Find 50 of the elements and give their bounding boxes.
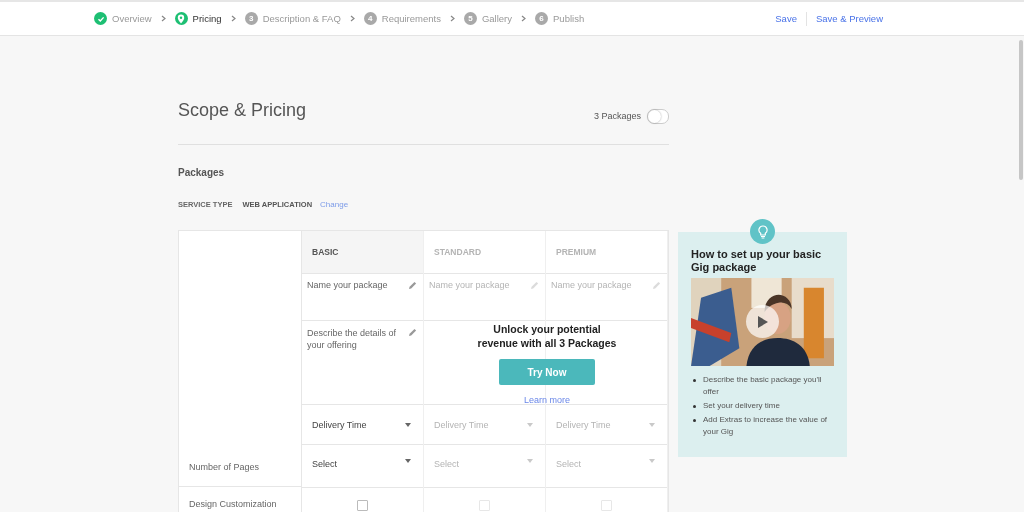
step-link[interactable]: Overview bbox=[94, 12, 152, 25]
pencil-icon bbox=[408, 281, 417, 290]
caret-icon bbox=[527, 422, 533, 427]
description-field[interactable]: Describe the details of your offering bbox=[302, 321, 423, 405]
location-pin-icon bbox=[177, 13, 186, 24]
caret-icon bbox=[405, 422, 411, 427]
package-header: BASIC bbox=[312, 247, 339, 257]
chevron-icon bbox=[230, 15, 236, 22]
try-now-button[interactable]: Try Now bbox=[499, 359, 595, 386]
change-link[interactable]: Change bbox=[320, 200, 349, 209]
lightbulb-icon bbox=[750, 219, 775, 244]
package-header: STANDARD bbox=[434, 247, 482, 257]
name-field[interactable]: Name your package bbox=[302, 274, 423, 321]
pencil-icon bbox=[652, 281, 661, 290]
step-link[interactable]: 4 Requirements bbox=[363, 12, 441, 25]
chevron-icon bbox=[160, 15, 166, 22]
tip-text: Describe the basic package you'll offer bbox=[703, 374, 823, 399]
chevron-icon bbox=[449, 15, 455, 22]
row-label: Design Customization bbox=[189, 499, 277, 509]
step-link[interactable]: Pricing bbox=[174, 12, 222, 25]
toggle-label: 3 Packages bbox=[593, 111, 641, 121]
row-label: Number of Pages bbox=[189, 462, 260, 472]
caret-icon bbox=[649, 422, 655, 427]
tip-title: How to set up your basic Gig package bbox=[691, 248, 823, 274]
packages-toggle[interactable] bbox=[647, 108, 669, 124]
step-link[interactable]: 3 Description & FAQ bbox=[244, 12, 341, 25]
save-link[interactable]: Save & Preview bbox=[815, 13, 883, 24]
save-link[interactable]: Save bbox=[775, 13, 797, 24]
pages-dropdown[interactable]: Select bbox=[302, 445, 423, 488]
pencil-icon bbox=[530, 281, 539, 290]
tip-text: Set your delivery time bbox=[703, 400, 780, 413]
caret-icon bbox=[527, 459, 533, 463]
package-header: PREMIUM bbox=[556, 247, 597, 257]
tip-text: Add Extras to increase the value of your Gig bbox=[703, 414, 829, 439]
chevron-icon bbox=[349, 15, 355, 22]
scroll-bar[interactable] bbox=[1019, 40, 1023, 180]
learn-more-link[interactable]: Learn more bbox=[524, 395, 570, 406]
caret-icon bbox=[405, 459, 411, 463]
check-icon bbox=[96, 14, 105, 23]
play-icon bbox=[756, 314, 769, 329]
step-link[interactable]: 5 Gallery bbox=[463, 12, 512, 25]
step-link[interactable]: 6 Publish bbox=[535, 12, 585, 25]
section-title: Packages bbox=[178, 167, 226, 178]
checkbox[interactable] bbox=[357, 500, 368, 511]
caret-icon bbox=[649, 459, 655, 463]
delivery-dropdown[interactable]: Delivery Time bbox=[302, 405, 423, 445]
chevron-icon bbox=[521, 15, 526, 22]
page-title: Scope & Pricing bbox=[178, 99, 307, 121]
upsell-message: Unlock your potential revenue with all 3 Packages bbox=[476, 322, 618, 351]
pencil-icon bbox=[408, 328, 417, 337]
